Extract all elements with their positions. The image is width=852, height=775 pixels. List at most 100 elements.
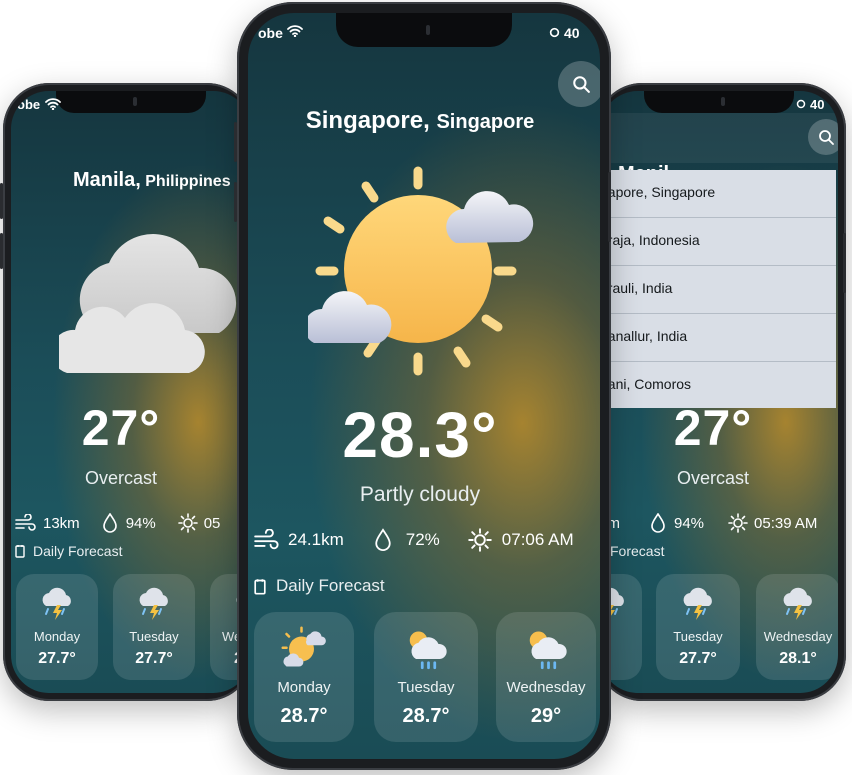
search-button[interactable] (558, 61, 600, 107)
weather-stats: km 94% 05:39 AM (600, 513, 817, 533)
center-screen: obe 40 Singapore, Singapore 28.3° Partly… (248, 13, 600, 759)
rain-sun-icon (401, 624, 451, 674)
status-carrier: obe (258, 25, 283, 41)
forecast-temp: 28.1° (779, 650, 817, 667)
side-button (234, 122, 237, 162)
location-title: Singapore, Singapore (248, 107, 596, 135)
city-name: Singapore, (305, 107, 430, 134)
notch (56, 91, 206, 113)
thunderstorm-icon (37, 584, 77, 624)
calendar-icon (15, 545, 25, 558)
forecast-day: Tuesday (673, 629, 723, 644)
thunderstorm-icon (134, 584, 174, 624)
location-status-icon (549, 27, 560, 38)
sunrise-value: 07:06 AM (501, 530, 574, 549)
sunrise-value: 05:39 AM (754, 514, 818, 532)
forecast-temp: 29° (530, 705, 562, 727)
forecast-temp: 27.7° (679, 650, 717, 667)
search-suggestions: gapore, Singapore araja, Indonesia araul… (600, 170, 836, 408)
forecast-temp: 28.7° (402, 705, 450, 727)
forecast-card[interactable]: Tuesday 27.7° (113, 574, 195, 680)
forecast-temp: 28.7° (280, 705, 328, 727)
humidity-stat: 94% (650, 513, 704, 533)
side-button (0, 183, 3, 219)
wind-value: 24.1km (288, 530, 344, 549)
sunrise-stat: 05 (177, 513, 221, 533)
calendar-icon (254, 578, 266, 595)
wind-value: 13km (43, 514, 80, 532)
humidity-stat: 94% (102, 513, 156, 533)
partly-cloudy-icon (279, 624, 329, 674)
forecast-day: Tuesday (129, 629, 179, 644)
suggestion-item[interactable]: araja, Indonesia (600, 218, 836, 266)
wind-icon (15, 514, 36, 531)
right-screen: 40 Manil gapore, Singapore araja, Indone… (600, 91, 838, 693)
partly-cloudy-icon (308, 166, 534, 376)
suggestion-item[interactable]: ganallur, India (600, 314, 836, 362)
notch (644, 91, 794, 113)
overcast-icon (59, 233, 237, 373)
sun-icon (728, 513, 748, 533)
humidity-value: 94% (674, 514, 705, 532)
country-name: Philippines (145, 173, 231, 190)
daily-forecast-header: Daily Forecast (254, 576, 385, 596)
daily-forecast-label: Forecast (610, 543, 665, 559)
sunrise-value: 05 (203, 514, 221, 532)
left-phone: obe Manila, Philippines 27° Overcast 13k… (0, 83, 253, 701)
weather-condition: Overcast (84, 468, 158, 488)
suggestion-item[interactable]: gapore, Singapore (600, 170, 836, 218)
forecast-card[interactable]: Wednesday 28.1° (756, 574, 838, 680)
status-carrier: obe (17, 97, 41, 112)
rain-sun-icon (521, 624, 571, 674)
weather-condition: Partly cloudy (359, 483, 481, 506)
location-status-icon (796, 99, 806, 109)
thunderstorm-icon (678, 584, 718, 624)
wind-icon (254, 529, 279, 550)
weather-stats: 13km 94% 05 (15, 513, 220, 533)
forecast-temp: 27.7° (38, 650, 76, 667)
search-button[interactable] (808, 119, 838, 155)
city-name: Manila, (73, 169, 141, 191)
forecast-day: Tuesday (397, 679, 455, 696)
forecast-day: Wednesday (763, 629, 833, 644)
daily-forecast-header: Daily Forecast (15, 543, 122, 559)
weather-stats: 24.1km 72% 07:06 AM (254, 528, 574, 552)
current-temperature: 27° (673, 400, 753, 456)
daily-forecast-label: Daily Forecast (33, 543, 123, 559)
side-button (0, 233, 3, 269)
center-phone: obe 40 Singapore, Singapore 28.3° Partly… (234, 2, 611, 770)
thunderstorm-icon (778, 584, 818, 624)
location-title: Manila, Philippines (11, 169, 251, 192)
search-bar[interactable] (600, 113, 838, 163)
forecast-day: Monday (277, 679, 331, 696)
humidity-drop-icon (651, 513, 665, 533)
daily-forecast-label: Daily Forecast (276, 576, 385, 595)
wind-stat: 24.1km (254, 529, 344, 551)
current-temperature: 28.3° (342, 399, 498, 471)
forecast-day: Monday (33, 629, 81, 644)
wind-stat: 13km (15, 514, 80, 532)
suggestion-item[interactable]: arauli, India (600, 266, 836, 314)
humidity-stat: 72% (374, 528, 440, 552)
sun-icon (468, 528, 492, 552)
current-temperature: 27° (81, 400, 161, 456)
forecast-card[interactable]: Tuesday 27.7° (656, 574, 740, 680)
sun-icon (177, 513, 198, 533)
search-icon (819, 130, 834, 145)
humidity-value: 94% (125, 514, 156, 532)
side-button (843, 233, 846, 293)
forecast-card[interactable]: Wednesday 29° (496, 612, 596, 742)
wifi-icon (287, 25, 303, 37)
left-screen: obe Manila, Philippines 27° Overcast 13k… (11, 91, 251, 693)
daily-forecast-header: Forecast (610, 543, 664, 559)
right-phone: 40 Manil gapore, Singapore araja, Indone… (596, 83, 846, 701)
notch (336, 13, 512, 47)
weather-condition: Overcast (676, 468, 750, 488)
status-battery: 40 (810, 97, 825, 112)
humidity-drop-icon (375, 528, 391, 552)
humidity-drop-icon (102, 513, 117, 533)
forecast-card[interactable]: Monday 28.7° (254, 612, 354, 742)
forecast-day: Wednesday (506, 679, 586, 696)
forecast-card[interactable]: Tuesday 28.7° (374, 612, 478, 742)
forecast-card[interactable]: Monday 27.7° (16, 574, 98, 680)
